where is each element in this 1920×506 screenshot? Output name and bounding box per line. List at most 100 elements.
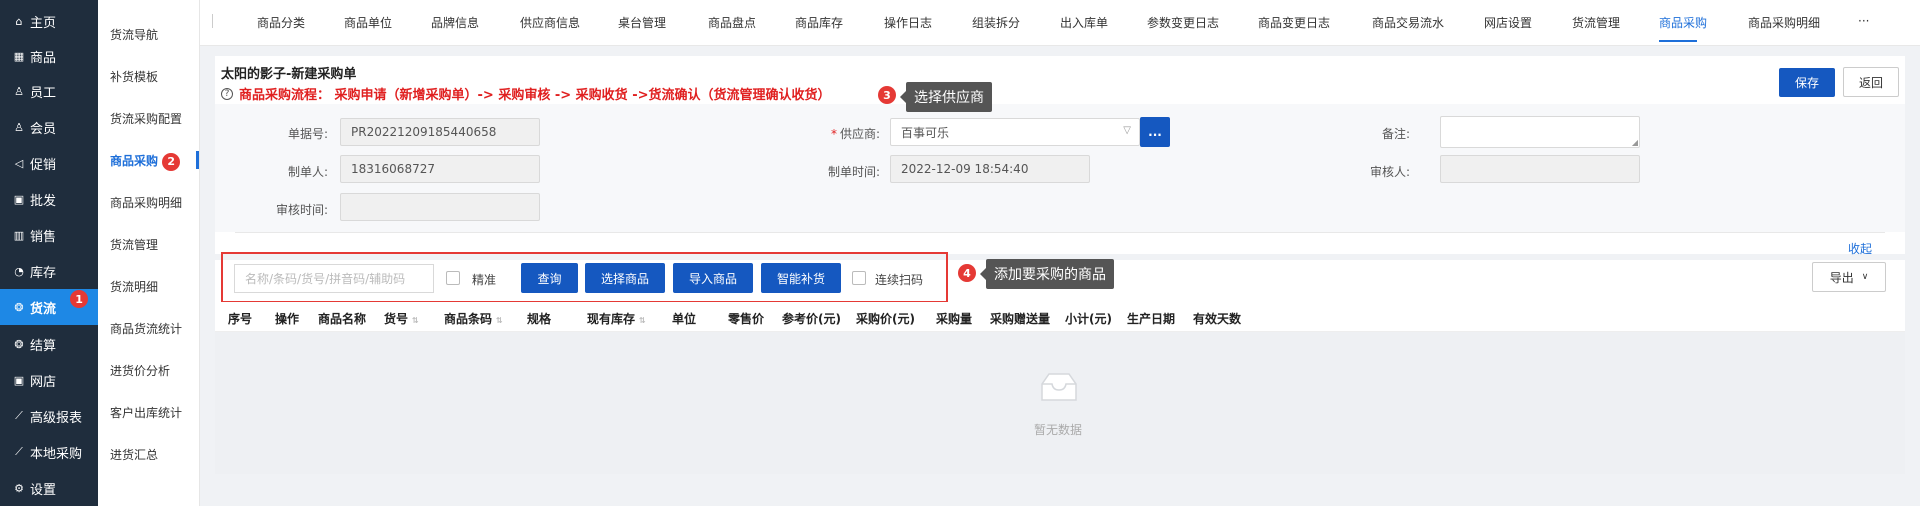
- submenu-item[interactable]: 货流管理: [110, 236, 158, 253]
- promotion-icon: ◁: [14, 156, 24, 170]
- sidebar-item-promotion[interactable]: ◁ 促销: [0, 145, 98, 181]
- tab[interactable]: 货流管理: [1572, 14, 1620, 31]
- empty-inbox-icon: [1041, 373, 1077, 401]
- sidebar-item-settle[interactable]: ❂ 结算: [0, 326, 98, 362]
- sidebar-item-staff[interactable]: ♙ 员工: [0, 73, 98, 109]
- column-header: 序号: [228, 312, 253, 326]
- tab[interactable]: 商品采购明细: [1748, 14, 1820, 31]
- sidebar-item-shop[interactable]: ▣ 网店: [0, 362, 98, 398]
- tab[interactable]: 品牌信息: [431, 14, 479, 31]
- wholesale-icon: ▣: [13, 192, 25, 206]
- tab[interactable]: 商品盘点: [708, 14, 756, 31]
- staff-icon: ♙: [14, 84, 24, 98]
- remark-textarea[interactable]: ◢: [1440, 116, 1640, 148]
- collapse-link[interactable]: 收起: [1848, 240, 1872, 257]
- smart-restock-button[interactable]: 智能补货: [761, 263, 841, 293]
- column-header: 有效天数: [1193, 312, 1242, 326]
- sort-icon: ⇅: [496, 316, 503, 325]
- remark-label: 备注:: [1381, 127, 1410, 141]
- submenu-item[interactable]: 货流明细: [110, 278, 158, 295]
- sales-icon: ▥: [13, 228, 25, 242]
- sidebar-item-stock[interactable]: ◔ 库存: [0, 253, 98, 289]
- chevron-down-icon: ▽: [1123, 125, 1131, 136]
- submenu-item[interactable]: 货流采购配置: [110, 110, 182, 127]
- sidebar-item-flow[interactable]: ❂ 货流 1: [0, 289, 98, 325]
- sidebar-item-report[interactable]: ⟋ 高级报表: [0, 398, 98, 434]
- tab[interactable]: 商品分类: [257, 14, 305, 31]
- tab[interactable]: 商品交易流水: [1372, 14, 1444, 31]
- create-time-field[interactable]: 2022-12-09 18:54:40: [890, 155, 1090, 183]
- sidebar-item-settings[interactable]: ⚙ 设置: [0, 470, 98, 506]
- column-header[interactable]: 现有库存 ⇅: [587, 310, 646, 327]
- purchase-icon: ⟋: [15, 445, 23, 458]
- exact-checkbox[interactable]: [446, 271, 460, 285]
- supplier-label: * 供应商:: [830, 127, 880, 141]
- tab[interactable]: 桌台管理: [618, 14, 666, 31]
- select-goods-button[interactable]: 选择商品: [585, 263, 665, 293]
- stock-icon: ◔: [14, 264, 24, 278]
- chevron-down-icon: ∨: [1861, 272, 1869, 282]
- submenu-item[interactable]: 货流导航: [110, 26, 158, 43]
- auditor-field[interactable]: [1440, 155, 1640, 183]
- supplier-picker-button[interactable]: ...: [1140, 117, 1170, 147]
- submenu-item[interactable]: 补货模板: [110, 68, 158, 85]
- column-header: 商品名称: [318, 312, 367, 326]
- tab[interactable]: 参数变更日志: [1147, 14, 1219, 31]
- submenu-item[interactable]: 商品采购明细: [110, 194, 182, 211]
- tab[interactable]: 操作日志: [884, 14, 932, 31]
- back-button[interactable]: 返回: [1843, 67, 1899, 97]
- sidebar-item-wholesale[interactable]: ▣ 批发: [0, 181, 98, 217]
- submenu-item[interactable]: 商品货流统计: [110, 320, 182, 337]
- flow-icon: ❂: [14, 300, 24, 314]
- supplier-select[interactable]: 百事可乐 ▽: [890, 118, 1140, 146]
- audit-time-field[interactable]: [340, 193, 540, 221]
- shop-icon: ▣: [13, 373, 25, 387]
- step-badge: 3: [878, 86, 896, 104]
- column-header: 生产日期: [1127, 312, 1176, 326]
- sidebar-item-member[interactable]: ♙ 会员: [0, 109, 98, 145]
- tab[interactable]: 组装拆分: [972, 14, 1020, 31]
- more-tabs-icon[interactable]: ···: [1858, 14, 1869, 28]
- help-icon: ?: [221, 87, 233, 100]
- tab[interactable]: 商品变更日志: [1258, 14, 1330, 31]
- tab[interactable]: 商品单位: [344, 14, 392, 31]
- tab[interactable]: 供应商信息: [520, 14, 580, 31]
- tab[interactable]: 出入库单: [1060, 14, 1108, 31]
- export-button[interactable]: 导出 ∨: [1812, 262, 1886, 292]
- active-tab-underline: [1659, 40, 1697, 42]
- continuous-scan-checkbox[interactable]: [852, 271, 866, 285]
- creator-field[interactable]: 18316068727: [340, 155, 540, 183]
- tab[interactable]: 网店设置: [1484, 14, 1532, 31]
- sidebar-item-product[interactable]: ▦ 商品: [0, 38, 98, 74]
- column-header: 参考价(元): [782, 312, 841, 326]
- step-badge: 2: [162, 152, 181, 171]
- column-header: 规格: [527, 312, 552, 326]
- active-indicator: [196, 151, 199, 169]
- sidebar-item-home[interactable]: ⌂ 主页: [0, 3, 98, 39]
- submenu-item[interactable]: 客户出库统计: [110, 404, 182, 421]
- home-icon: ⌂: [15, 14, 23, 28]
- tab[interactable]: 商品库存: [795, 14, 843, 31]
- step-badge: 4: [958, 264, 976, 282]
- submenu-item-active[interactable]: 商品采购 2: [110, 152, 181, 171]
- sidebar-item-sales[interactable]: ▥ 销售: [0, 217, 98, 253]
- save-button[interactable]: 保存: [1779, 68, 1835, 97]
- tab-active[interactable]: 商品采购: [1659, 14, 1707, 31]
- page-title: 太阳的影子-新建采购单: [221, 67, 357, 82]
- sidebar-item-purchase[interactable]: ⟋ 本地采购: [0, 434, 98, 470]
- import-goods-button[interactable]: 导入商品: [673, 263, 753, 293]
- column-header: 采购量: [936, 312, 973, 326]
- column-header: 小计(元): [1065, 312, 1112, 326]
- product-icon: ▦: [13, 49, 25, 63]
- column-header[interactable]: 商品条码 ⇅: [444, 310, 503, 327]
- submenu-item[interactable]: 进货价分析: [110, 362, 170, 379]
- resize-handle-icon: ◢: [1631, 138, 1638, 147]
- submenu-item[interactable]: 进货汇总: [110, 446, 158, 463]
- exact-label: 精准: [472, 273, 497, 287]
- search-input[interactable]: 名称/条码/货号/拼音码/辅助码: [234, 264, 434, 293]
- query-button[interactable]: 查询: [521, 263, 578, 293]
- order-no-label: 单据号:: [287, 127, 328, 141]
- column-header[interactable]: 货号 ⇅: [384, 310, 419, 327]
- order-no-field[interactable]: PR20221209185440658: [340, 118, 540, 146]
- auditor-label: 审核人:: [1369, 165, 1410, 179]
